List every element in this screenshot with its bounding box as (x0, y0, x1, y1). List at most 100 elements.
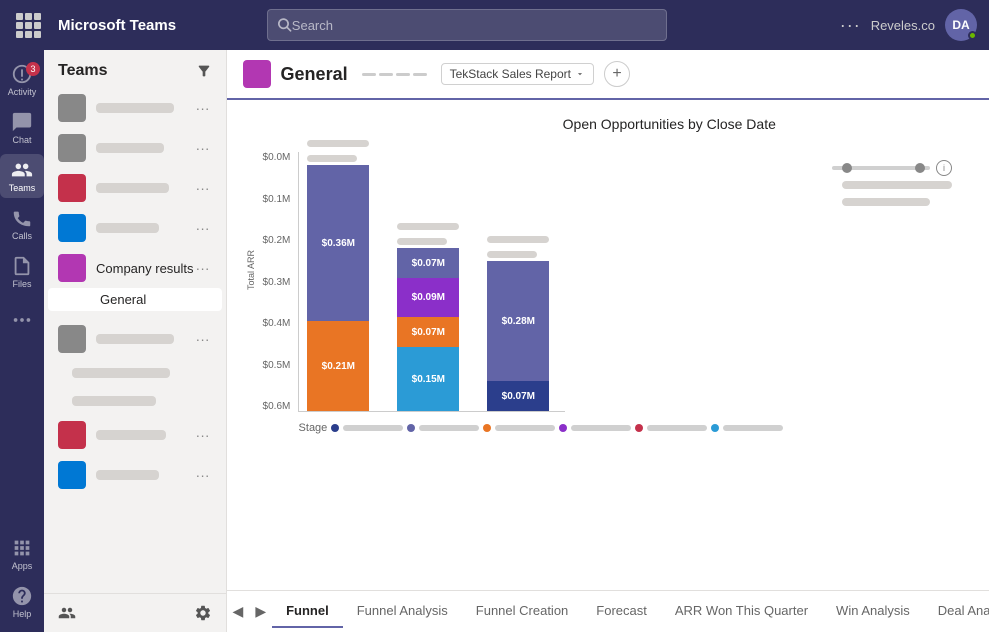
team-name-placeholder (96, 430, 166, 440)
sidebar-item-teams[interactable]: Teams (0, 154, 44, 198)
legend-bar (419, 425, 479, 431)
team-name-placeholder (96, 143, 164, 153)
team-color (58, 94, 86, 122)
tab-funnel[interactable]: Funnel (272, 595, 343, 628)
stage-legend: Stage (291, 418, 989, 438)
calls-icon (11, 207, 33, 229)
tab-arr-won[interactable]: ARR Won This Quarter (661, 595, 822, 628)
add-tab-button[interactable]: + (604, 61, 630, 87)
top-right-area: ··· Reveles.co DA (840, 9, 977, 41)
team-item[interactable]: ··· (44, 208, 226, 248)
team-more-button[interactable]: ··· (194, 467, 212, 483)
bi-content: Open Opportunities by Close Date i (227, 100, 989, 632)
team-item-company-results[interactable]: Company results ··· (44, 248, 226, 288)
main-layout: 3 Activity Chat Teams Calls (0, 50, 989, 632)
bar-group-1: $0.21M $0.36M (307, 133, 369, 411)
sidebar-item-chat[interactable]: Chat (0, 106, 44, 150)
channel-general[interactable]: General (48, 288, 222, 311)
x-label-placeholder (307, 140, 369, 147)
tab-forecast[interactable]: Forecast (582, 595, 661, 628)
presence-dot (968, 31, 977, 40)
tab-scroll-right[interactable]: ▶ (249, 599, 272, 624)
username-label: Reveles.co (871, 18, 935, 33)
channel-separator-bar (396, 73, 410, 76)
report-selector[interactable]: TekStack Sales Report (441, 63, 594, 85)
dropdown-chevron-icon (575, 69, 585, 79)
x-label-placeholder (397, 238, 447, 245)
tab-funnel-creation[interactable]: Funnel Creation (462, 595, 583, 628)
team-item[interactable]: ··· (44, 415, 226, 455)
x-label-placeholder (307, 155, 357, 162)
tab-scroll-left[interactable]: ◀ (227, 599, 250, 624)
team-name-placeholder (96, 183, 169, 193)
sidebar-item-calls[interactable]: Calls (0, 202, 44, 246)
tab-deal-analysis[interactable]: Deal Analysis (924, 595, 989, 628)
channel-color-box (243, 60, 271, 88)
team-item[interactable] (44, 359, 226, 387)
sidebar-item-help[interactable]: Help (0, 580, 44, 624)
activity-label: Activity (8, 87, 37, 97)
team-more-button[interactable]: ··· (194, 331, 212, 347)
x-label-placeholder (487, 251, 537, 258)
y-axis: $0.6M $0.5M $0.4M $0.3M $0.2M $0.1M $0.0… (263, 152, 299, 412)
chat-icon (11, 111, 33, 133)
top-bar: Microsoft Teams ··· Reveles.co DA (0, 0, 989, 50)
tab-funnel-analysis[interactable]: Funnel Analysis (343, 595, 462, 628)
legend-bar (495, 425, 555, 431)
sidebar-item-apps[interactable]: Apps (0, 532, 44, 576)
team-name-placeholder (96, 470, 159, 480)
team-more-button[interactable]: ··· (194, 140, 212, 156)
team-color (58, 134, 86, 162)
avatar[interactable]: DA (945, 9, 977, 41)
apps-icon (11, 537, 33, 559)
legend-bar (571, 425, 631, 431)
teams-icon (11, 159, 33, 181)
team-more-button[interactable]: ··· (194, 180, 212, 196)
stage-label: Stage (299, 422, 328, 434)
team-item[interactable]: ··· (44, 319, 226, 359)
teams-bottom-bar (44, 593, 226, 632)
team-color (58, 421, 86, 449)
team-item[interactable]: ··· (44, 168, 226, 208)
report-name: TekStack Sales Report (450, 67, 571, 81)
tab-win-analysis[interactable]: Win Analysis (822, 595, 924, 628)
legend-bar (343, 425, 403, 431)
bar-segment: $0.21M (307, 321, 369, 411)
channel-separator-bar (379, 73, 393, 76)
sidebar-item-more[interactable] (0, 298, 44, 342)
team-item[interactable] (44, 387, 226, 415)
team-more-button[interactable]: ··· (194, 427, 212, 443)
sidebar-item-files[interactable]: Files (0, 250, 44, 294)
files-label: Files (12, 279, 31, 289)
search-bar[interactable] (267, 9, 667, 41)
add-team-icon[interactable] (58, 604, 76, 622)
team-more-button[interactable]: ··· (194, 220, 212, 236)
legend-dot-3 (483, 424, 491, 432)
manage-team-settings-icon[interactable] (194, 604, 212, 622)
sidebar-item-activity[interactable]: 3 Activity (0, 58, 44, 102)
x-label-placeholder (397, 223, 459, 230)
grid-icon (16, 13, 41, 38)
team-color (58, 325, 86, 353)
y-axis-label: Total ARR (246, 274, 256, 290)
team-item[interactable]: ··· (44, 128, 226, 168)
app-grid-button[interactable] (12, 9, 44, 41)
teams-list: ··· ··· ··· (44, 88, 226, 593)
bar-segment: $0.36M (307, 165, 369, 321)
team-color (58, 214, 86, 242)
team-item[interactable]: ··· (44, 88, 226, 128)
top-dots-button[interactable]: ··· (840, 15, 861, 36)
filter-icon[interactable] (196, 63, 212, 79)
team-name-placeholder (96, 103, 174, 113)
team-more-button-company[interactable]: ··· (194, 260, 212, 276)
team-channel-placeholder (72, 396, 156, 406)
legend-bar (647, 425, 707, 431)
channel-name: General (281, 64, 348, 85)
search-input[interactable] (292, 18, 657, 33)
team-color-company (58, 254, 86, 282)
bar-segment: $0.07M (487, 381, 549, 411)
legend-dot-1 (331, 424, 339, 432)
teams-panel-title: Teams (58, 62, 108, 80)
team-more-button[interactable]: ··· (194, 100, 212, 116)
team-item[interactable]: ··· (44, 455, 226, 495)
